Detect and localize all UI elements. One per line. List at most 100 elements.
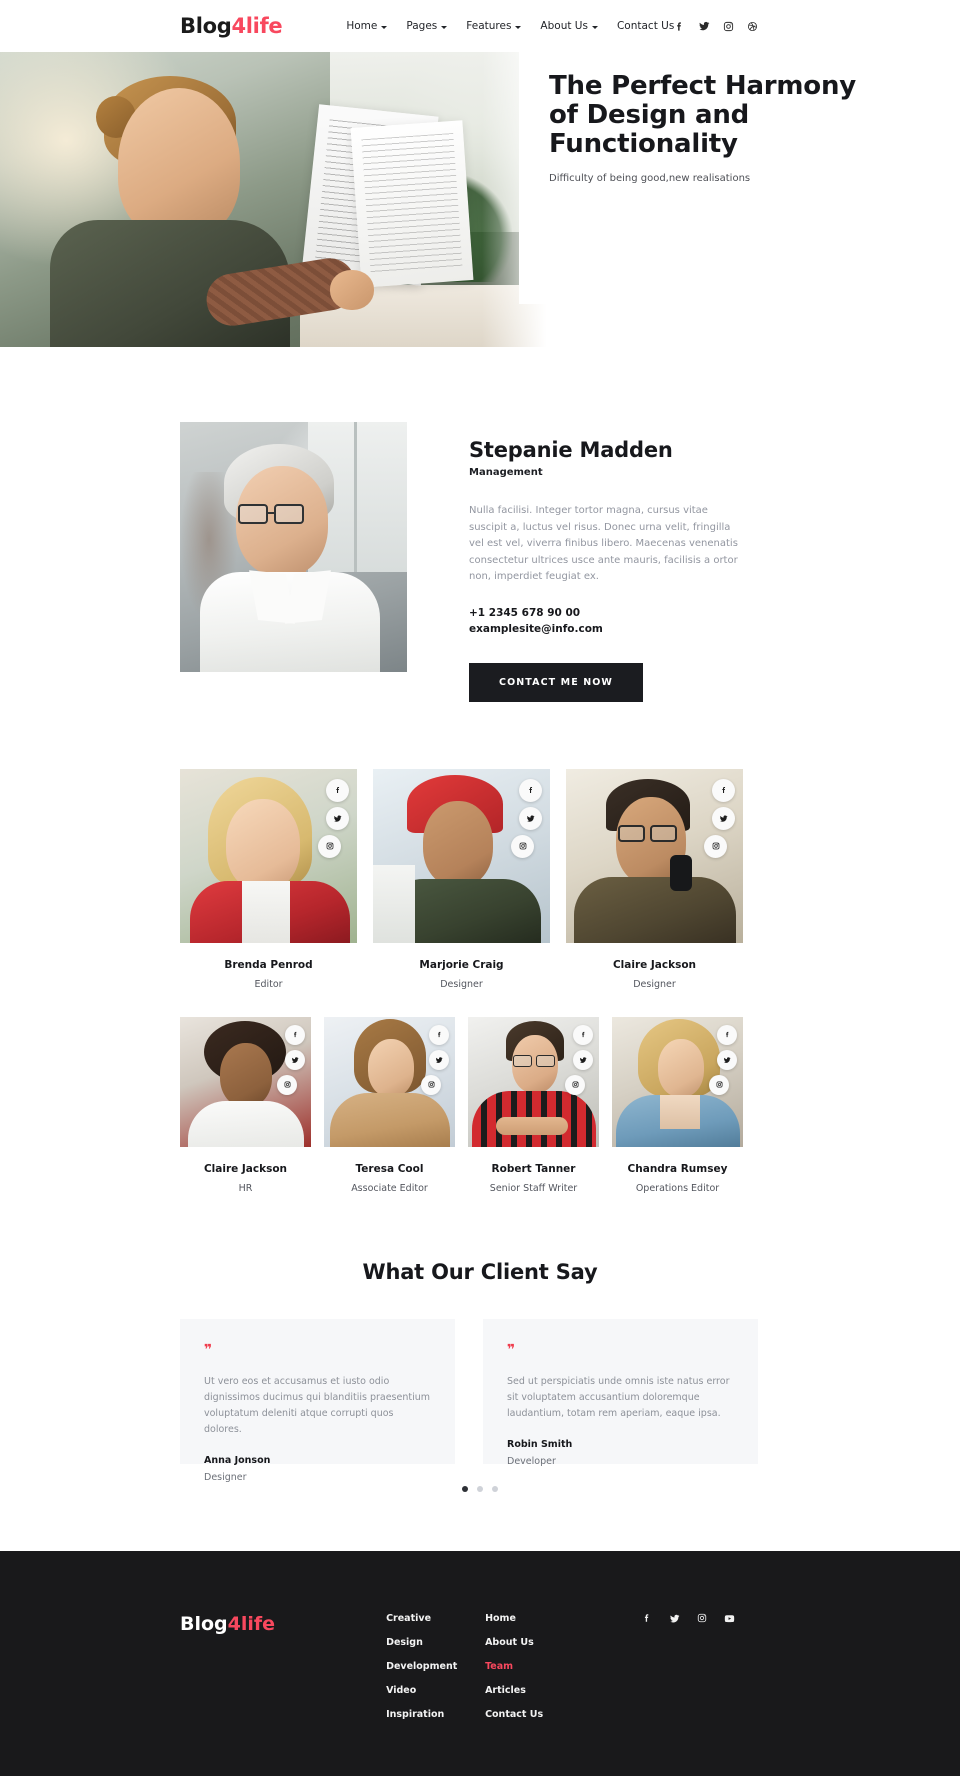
twitter-icon[interactable] — [717, 1049, 737, 1070]
footer-link-articles[interactable]: Articles — [485, 1685, 605, 1696]
youtube-icon[interactable] — [724, 1613, 735, 1776]
testimonial-author-role: Developer — [507, 1455, 556, 1467]
team-card[interactable]: Robert Tanner Senior Staff Writer — [468, 1016, 599, 1194]
testimonial-card: ❞ Sed ut perspiciatis unde omnis iste na… — [483, 1318, 758, 1467]
footer-link-creative[interactable]: Creative — [386, 1613, 485, 1624]
contact-me-now-button[interactable]: CONTACT ME NOW — [469, 662, 644, 702]
chevron-down-icon — [381, 25, 388, 29]
quote-icon: ❞ — [204, 1341, 212, 1358]
instagram-icon[interactable] — [511, 834, 534, 858]
instagram-icon[interactable] — [565, 1074, 585, 1095]
team-row-1: Brenda Penrod Editor Marjorie Craig Desi… — [0, 768, 960, 990]
hero-subtitle: Difficulty of being good,new realisation… — [549, 173, 751, 184]
facebook-icon[interactable] — [642, 1613, 652, 1776]
twitter-icon[interactable] — [326, 806, 349, 830]
profile-section: Stepanie Madden Management Nulla facilis… — [0, 347, 960, 702]
facebook-icon[interactable] — [712, 778, 735, 802]
footer-link-team[interactable]: Team — [485, 1661, 605, 1672]
team-member-name: Teresa Cool — [355, 1162, 424, 1175]
nav-item-pages[interactable]: Pages — [406, 20, 448, 32]
twitter-icon[interactable] — [285, 1049, 305, 1070]
dribbble-icon[interactable] — [747, 21, 758, 32]
team-card[interactable]: Marjorie Craig Designer — [373, 768, 550, 990]
footer-link-about-us[interactable]: About Us — [485, 1637, 605, 1648]
footer-social-links — [642, 1613, 735, 1776]
twitter-icon[interactable] — [698, 20, 710, 32]
brand-logo[interactable]: Blog4life — [180, 14, 283, 38]
team-member-photo — [180, 1016, 311, 1147]
instagram-icon[interactable] — [723, 21, 734, 32]
footer-link-development[interactable]: Development — [386, 1661, 485, 1672]
instagram-icon[interactable] — [277, 1074, 297, 1095]
carousel-dot-2[interactable] — [477, 1485, 483, 1492]
hero-title: The Perfect Harmony of Design and Functi… — [549, 71, 857, 159]
profile-info: Stepanie Madden Management Nulla facilis… — [469, 422, 769, 702]
team-card[interactable]: Claire Jackson HR — [180, 1016, 311, 1194]
twitter-icon[interactable] — [712, 806, 735, 830]
facebook-icon[interactable] — [326, 778, 349, 802]
twitter-icon[interactable] — [669, 1613, 680, 1776]
footer-brand-logo[interactable]: Blog4life — [180, 1613, 275, 1776]
team-card-social-links — [511, 778, 542, 858]
carousel-dot-3[interactable] — [492, 1485, 498, 1492]
instagram-icon[interactable] — [697, 1613, 707, 1776]
facebook-icon[interactable] — [429, 1024, 449, 1045]
header-social-links — [674, 20, 758, 32]
instagram-icon[interactable] — [709, 1074, 729, 1095]
footer-link-home[interactable]: Home — [485, 1613, 605, 1624]
team-card[interactable]: Teresa Cool Associate Editor — [324, 1016, 455, 1194]
testimonials-row: ❞ Ut vero eos et accusamus et iusto odio… — [0, 1284, 960, 1483]
nav-item-contact-us-label: Contact Us — [616, 20, 675, 32]
team-member-photo — [180, 768, 357, 943]
team-section: Brenda Penrod Editor Marjorie Craig Desi… — [0, 702, 960, 1194]
chevron-down-icon — [515, 25, 522, 29]
footer-link-design[interactable]: Design — [386, 1637, 485, 1648]
quote-icon: ❞ — [507, 1341, 515, 1358]
team-member-name: Marjorie Craig — [419, 958, 504, 971]
twitter-icon[interactable] — [429, 1049, 449, 1070]
team-card-social-links — [704, 778, 735, 858]
facebook-icon[interactable] — [717, 1024, 737, 1045]
team-card-social-links — [318, 778, 349, 858]
site-footer: Blog4life Creative Design Development Vi… — [0, 1550, 960, 1776]
testimonial-card: ❞ Ut vero eos et accusamus et iusto odio… — [180, 1318, 455, 1483]
team-card[interactable]: Brenda Penrod Editor — [180, 768, 357, 990]
nav-item-about-us[interactable]: About Us — [540, 20, 598, 32]
brand-logo-dark: Blog — [180, 14, 232, 38]
profile-role: Management — [469, 467, 543, 478]
testimonial-quote: Ut vero eos et accusamus et iusto odio d… — [204, 1375, 431, 1435]
footer-link-inspiration[interactable]: Inspiration — [386, 1709, 485, 1720]
team-member-name: Chandra Rumsey — [627, 1162, 728, 1175]
carousel-dots — [0, 1485, 960, 1492]
team-card[interactable]: Chandra Rumsey Operations Editor — [612, 1016, 743, 1194]
testimonials-title: What Our Client Say — [362, 1259, 598, 1284]
profile-phone[interactable]: +1 2345 678 90 00 — [469, 605, 769, 621]
footer-link-contact-us[interactable]: Contact Us — [485, 1709, 605, 1720]
team-member-name: Claire Jackson — [612, 958, 697, 971]
team-member-role: HR — [238, 1182, 253, 1194]
facebook-icon[interactable] — [573, 1024, 593, 1045]
team-member-role: Designer — [633, 978, 676, 990]
nav-item-contact-us[interactable]: Contact Us — [617, 20, 674, 32]
carousel-dot-1[interactable] — [462, 1485, 468, 1492]
nav-item-home-label: Home — [346, 20, 378, 32]
nav-item-home[interactable]: Home — [346, 20, 388, 32]
profile-email[interactable]: examplesite@info.com — [469, 621, 769, 637]
facebook-icon[interactable] — [285, 1024, 305, 1045]
hero-text-block: The Perfect Harmony of Design and Functi… — [549, 71, 869, 185]
nav-item-features[interactable]: Features — [466, 20, 522, 32]
footer-link-video[interactable]: Video — [386, 1685, 485, 1696]
testimonial-author-role: Designer — [204, 1471, 247, 1483]
twitter-icon[interactable] — [519, 806, 542, 830]
facebook-icon[interactable] — [519, 778, 542, 802]
testimonials-section: What Our Client Say ❞ Ut vero eos et acc… — [0, 1194, 960, 1492]
instagram-icon[interactable] — [421, 1074, 441, 1095]
twitter-icon[interactable] — [573, 1049, 593, 1070]
team-card[interactable]: Claire Jackson Designer — [566, 768, 743, 990]
instagram-icon[interactable] — [318, 834, 341, 858]
footer-brand-dark: Blog — [180, 1612, 228, 1635]
footer-column-pages: Home About Us Team Articles Contact Us — [485, 1613, 605, 1776]
nav-item-about-us-label: About Us — [540, 20, 588, 32]
instagram-icon[interactable] — [704, 834, 727, 858]
facebook-icon[interactable] — [674, 21, 685, 32]
